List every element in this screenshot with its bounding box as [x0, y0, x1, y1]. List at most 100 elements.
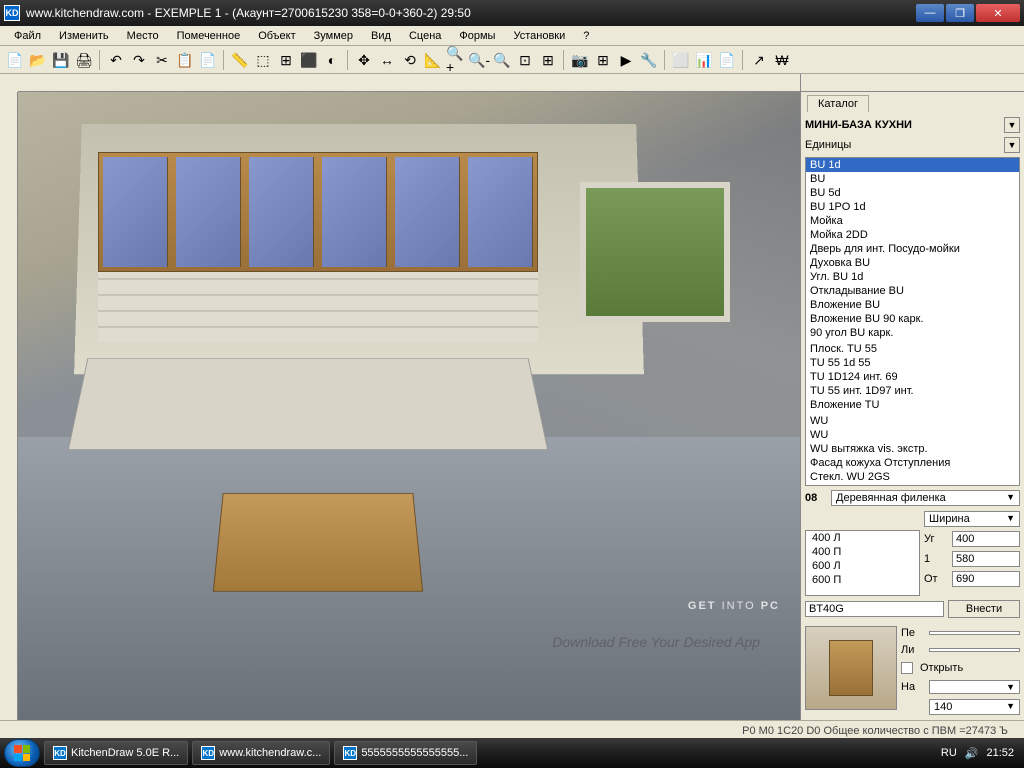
list-item[interactable]: WU	[806, 414, 1019, 428]
style-dropdown[interactable]: Деревянная филенка▼	[831, 490, 1020, 506]
toolbar-button[interactable]: 📏	[229, 49, 251, 71]
na-dropdown[interactable]: ▼	[929, 680, 1020, 694]
tray-sound-icon[interactable]: 🔊	[965, 747, 979, 760]
component-list[interactable]: BU 1dBUBU 5dBU 1PO 1dМойкаМойка 2DDДверь…	[805, 157, 1020, 486]
list-item[interactable]: BU 1d	[806, 158, 1019, 172]
toolbar-button[interactable]: ⊞	[537, 49, 559, 71]
list-item[interactable]: TU 55 инт. 1D97 инт.	[806, 384, 1019, 398]
toolbar-button[interactable]: 📋	[174, 49, 196, 71]
dim-1-value[interactable]: 580	[952, 551, 1020, 567]
size-item[interactable]: 400 П	[806, 545, 919, 559]
preview-box[interactable]	[805, 626, 897, 710]
list-item[interactable]: Плоск. TU 55	[806, 342, 1019, 356]
width-dropdown[interactable]: Ширина▼	[924, 511, 1020, 527]
toolbar-button[interactable]: ⊞	[592, 49, 614, 71]
na-value-dropdown[interactable]: 140▼	[929, 699, 1020, 715]
system-tray[interactable]: RU 🔊 21:52	[935, 747, 1020, 760]
toolbar-button[interactable]: 📂	[27, 49, 49, 71]
list-item[interactable]: 90 угол BU карк.	[806, 326, 1019, 340]
toolbar-button[interactable]: 📄	[716, 49, 738, 71]
start-button[interactable]	[4, 739, 40, 767]
taskbar-item[interactable]: KDwww.kitchendraw.c...	[192, 741, 330, 765]
dim-ot-value[interactable]: 690	[952, 571, 1020, 587]
tray-lang[interactable]: RU	[941, 747, 957, 759]
menu-Помеченное[interactable]: Помеченное	[169, 28, 249, 44]
list-item[interactable]: Стекл. WU 2GS	[806, 470, 1019, 484]
toolbar-button[interactable]: 📷	[569, 49, 591, 71]
toolbar-button[interactable]: ✥	[353, 49, 375, 71]
toolbar-button[interactable]: 📄	[197, 49, 219, 71]
dim-ugl-value[interactable]: 400	[952, 531, 1020, 547]
size-item[interactable]: 400 Л	[806, 531, 919, 545]
menu-Зуммер[interactable]: Зуммер	[306, 28, 361, 44]
menu-Файл[interactable]: Файл	[6, 28, 49, 44]
toolbar-button[interactable]: 📄	[4, 49, 26, 71]
toolbar-button[interactable]: 🔍+	[445, 49, 467, 71]
menu-Место[interactable]: Место	[119, 28, 167, 44]
menu-Сцена[interactable]: Сцена	[401, 28, 449, 44]
list-item[interactable]: Вложение BU	[806, 298, 1019, 312]
tray-clock[interactable]: 21:52	[986, 747, 1014, 759]
size-item[interactable]: 600 П	[806, 573, 919, 587]
list-item[interactable]: Мойка 2DD	[806, 228, 1019, 242]
catalog-dropdown-arrow[interactable]: ▼	[1004, 117, 1020, 133]
units-dropdown-arrow[interactable]: ▼	[1004, 137, 1020, 153]
toolbar-button[interactable]: ◐	[321, 49, 343, 71]
list-item[interactable]: WU	[806, 428, 1019, 442]
ruler-vertical[interactable]	[0, 92, 18, 720]
toolbar-button[interactable]: ↷	[128, 49, 150, 71]
ruler-horizontal[interactable]	[18, 74, 800, 92]
size-list[interactable]: 400 Л400 П600 Л600 П	[805, 530, 920, 596]
menu-Установки[interactable]: Установки	[505, 28, 573, 44]
list-item[interactable]: WU вытяжка vis. экстр.	[806, 442, 1019, 456]
kitchen-scene[interactable]: GET INTO PC Download Free Your Desired A…	[18, 92, 800, 720]
menu-Объект[interactable]: Объект	[250, 28, 303, 44]
toolbar-button[interactable]: ⬛	[298, 49, 320, 71]
toolbar-button[interactable]: ⬚	[252, 49, 274, 71]
toolbar-button[interactable]: 🖨	[73, 49, 95, 71]
window-minimize-button[interactable]: —	[916, 4, 944, 22]
list-item[interactable]: TU 1D124 инт. 69	[806, 370, 1019, 384]
list-item[interactable]: TU 55 1d 55	[806, 356, 1019, 370]
list-item[interactable]: Вложение TU	[806, 398, 1019, 412]
window-close-button[interactable]: ✕	[976, 4, 1020, 22]
menu-Формы[interactable]: Формы	[451, 28, 503, 44]
list-item[interactable]: Откладывание BU	[806, 284, 1019, 298]
menu-Изменить[interactable]: Изменить	[51, 28, 117, 44]
size-item[interactable]: 600 Л	[806, 559, 919, 573]
insert-button[interactable]: Внести	[948, 600, 1020, 618]
taskbar-item[interactable]: KDKitchenDraw 5.0E R...	[44, 741, 188, 765]
p-value[interactable]	[929, 631, 1020, 635]
reference-input[interactable]: BT40G	[805, 601, 944, 617]
window-maximize-button[interactable]: ❐	[946, 4, 974, 22]
toolbar-button[interactable]: ⊡	[514, 49, 536, 71]
toolbar-button[interactable]: 🔧	[638, 49, 660, 71]
list-item[interactable]: BU 5d	[806, 186, 1019, 200]
toolbar-button[interactable]: 📊	[693, 49, 715, 71]
list-item[interactable]: Духовка BU	[806, 256, 1019, 270]
list-item[interactable]: BU	[806, 172, 1019, 186]
toolbar-button[interactable]: ⬜	[670, 49, 692, 71]
list-item[interactable]: Мойка	[806, 214, 1019, 228]
toolbar-button[interactable]: 💾	[50, 49, 72, 71]
toolbar-button[interactable]: 📐	[422, 49, 444, 71]
open-checkbox[interactable]	[901, 662, 913, 674]
viewport-3d[interactable]: GET INTO PC Download Free Your Desired A…	[0, 74, 800, 720]
list-item[interactable]: Угл. BU 1d	[806, 270, 1019, 284]
tab-catalog[interactable]: Каталог	[807, 95, 869, 112]
toolbar-button[interactable]: ⟲	[399, 49, 421, 71]
menu-Вид[interactable]: Вид	[363, 28, 399, 44]
toolbar-button[interactable]: ✂	[151, 49, 173, 71]
list-item[interactable]: BU 1PO 1d	[806, 200, 1019, 214]
list-item[interactable]: Фасад кожуха Отступления	[806, 456, 1019, 470]
taskbar-item[interactable]: KD5555555555555555...	[334, 741, 477, 765]
toolbar-button[interactable]: ↔	[376, 49, 398, 71]
toolbar-button[interactable]: ⊞	[275, 49, 297, 71]
toolbar-button[interactable]: 🔍-	[468, 49, 490, 71]
toolbar-button[interactable]: ↗	[748, 49, 770, 71]
toolbar-button[interactable]: ↶	[105, 49, 127, 71]
l-value[interactable]	[929, 648, 1020, 652]
toolbar-button[interactable]: ▶	[615, 49, 637, 71]
toolbar-button[interactable]: ₩	[771, 49, 793, 71]
menu-?[interactable]: ?	[575, 28, 597, 44]
